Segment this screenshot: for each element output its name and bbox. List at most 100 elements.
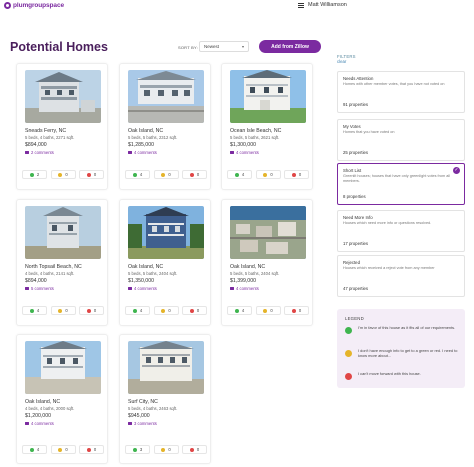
filter-my-votes[interactable]: My Votes Homes that you have voted on 25…: [337, 119, 465, 161]
vote-maybe-count: 0: [270, 308, 273, 313]
listing-card[interactable]: Oak Island, NC 5 beds, 5 baths, 2404 sqf…: [221, 199, 313, 326]
filter-title: Short List: [343, 168, 362, 173]
filter-rejected[interactable]: Rejected Houses which received a reject …: [337, 255, 465, 297]
vote-yes-button[interactable]: 4: [22, 445, 47, 454]
vote-no-button[interactable]: 0: [182, 445, 207, 454]
comments-link[interactable]: 3 comments: [128, 421, 157, 426]
vote-bar: 4 0 0: [125, 170, 207, 179]
vote-yes-button[interactable]: 4: [227, 170, 252, 179]
listing-card[interactable]: North Topsail Beach, NC 4 beds, 4 baths,…: [16, 199, 108, 326]
vote-yes-button[interactable]: 4: [227, 306, 252, 315]
listing-photo[interactable]: [25, 70, 101, 123]
house-photo-image: [230, 206, 306, 259]
vote-yes-button[interactable]: 4: [22, 306, 47, 315]
listing-photo[interactable]: [25, 341, 101, 394]
vote-yes-count: 4: [36, 447, 40, 452]
sort-select[interactable]: Newest ▾: [199, 41, 249, 52]
comments-link[interactable]: 4 comments: [128, 286, 157, 291]
filter-title: Needs Attention: [343, 76, 374, 81]
comments-link[interactable]: 4 comments: [230, 150, 259, 155]
vote-yes-button[interactable]: 4: [125, 170, 150, 179]
vote-maybe-button[interactable]: 0: [50, 306, 76, 315]
vote-maybe-button[interactable]: 0: [50, 170, 76, 179]
yellow-dot-icon: [161, 308, 166, 313]
listing-details: 5 beds, 5 baths, 2404 sqft.: [230, 271, 280, 276]
vote-bar: 2 0 0: [22, 170, 104, 179]
listing-details: 4 beds, 4 baths, 2141 sqft.: [25, 271, 75, 276]
yellow-dot-icon: [58, 308, 63, 313]
clear-filters-link[interactable]: clear: [337, 59, 346, 64]
vote-yes-button[interactable]: 2: [22, 170, 47, 179]
app-logo[interactable]: plumgroupspace: [4, 2, 64, 9]
vote-yes-button[interactable]: 3: [125, 445, 150, 454]
listing-card[interactable]: Surf City, NC 5 beds, 4 baths, 2463 sqft…: [119, 334, 211, 464]
vote-no-button[interactable]: 0: [284, 306, 309, 315]
user-menu[interactable]: Matt Williamson: [298, 2, 347, 8]
red-dot-icon: [86, 308, 91, 313]
vote-maybe-count: 0: [270, 172, 273, 177]
comments-link[interactable]: 2 comments: [25, 150, 54, 155]
vote-bar: 4 0 0: [22, 445, 104, 454]
listing-card[interactable]: Oak Island, NC 5 beds, 5 baths, 2404 sqf…: [119, 199, 211, 326]
filter-short-list[interactable]: Short List ✓ Greenlit houses; houses tha…: [337, 163, 465, 205]
listing-photo[interactable]: [25, 206, 101, 259]
listing-photo[interactable]: [128, 341, 204, 394]
comments-link[interactable]: 4 comments: [230, 286, 259, 291]
filter-title: Need More Info: [343, 215, 373, 220]
listing-price: $894,000: [25, 142, 47, 148]
listing-photo[interactable]: [128, 206, 204, 259]
filter-count: 47 properties: [343, 286, 369, 291]
vote-bar: 3 0 0: [125, 445, 207, 454]
sort-value: Newest: [204, 44, 220, 49]
listing-photo[interactable]: [230, 206, 306, 259]
green-dot-icon: [29, 447, 34, 452]
top-bar: plumgroupspace Matt Williamson: [0, 0, 474, 16]
add-from-zillow-button[interactable]: Add from Zillow: [259, 40, 321, 53]
vote-no-button[interactable]: 0: [182, 306, 207, 315]
vote-no-button[interactable]: 0: [79, 306, 104, 315]
vote-no-button[interactable]: 0: [182, 170, 207, 179]
comments-link[interactable]: 4 comments: [25, 421, 54, 426]
house-photo-image: [128, 70, 204, 123]
listing-details: 4 beds, 4 baths, 2000 sqft.: [25, 406, 75, 411]
comments-link[interactable]: 5 comments: [25, 286, 54, 291]
house-photo-image: [128, 341, 204, 394]
vote-no-button[interactable]: 0: [79, 445, 104, 454]
comments-link[interactable]: 4 comments: [128, 150, 157, 155]
listing-location: Oak Island, NC: [25, 399, 61, 405]
vote-yes-count: 4: [139, 308, 143, 313]
vote-maybe-button[interactable]: 0: [153, 445, 179, 454]
vote-no-button[interactable]: 0: [79, 170, 104, 179]
yellow-dot-icon: [161, 172, 166, 177]
vote-maybe-button[interactable]: 0: [153, 306, 179, 315]
vote-no-count: 0: [196, 308, 200, 313]
vote-maybe-button[interactable]: 0: [255, 306, 281, 315]
filter-need-more-info[interactable]: Need More Info Houses which need more in…: [337, 210, 465, 252]
filter-needs-attention[interactable]: Needs Attention Homes with other member …: [337, 71, 465, 113]
vote-yes-count: 2: [36, 172, 40, 177]
listing-location: Surf City, NC: [128, 399, 158, 405]
menu-icon[interactable]: [298, 2, 304, 8]
listing-card[interactable]: Sneads Ferry, NC 5 beds, 4 baths, 2271 s…: [16, 63, 108, 190]
yellow-dot-icon: [58, 172, 63, 177]
house-photo-image: [230, 70, 306, 123]
listing-card[interactable]: Ocean Isle Beach, NC 5 beds, 5 baths, 26…: [221, 63, 313, 190]
listing-photo[interactable]: [230, 70, 306, 123]
listing-card[interactable]: Oak Island, NC 4 beds, 4 baths, 2000 sqf…: [16, 334, 108, 464]
vote-yes-button[interactable]: 4: [125, 306, 150, 315]
vote-no-button[interactable]: 0: [284, 170, 309, 179]
listing-card[interactable]: Oak Island, NC 5 beds, 5 baths, 2312 sqf…: [119, 63, 211, 190]
comments-count: 4 comments: [134, 150, 157, 155]
page-title: Potential Homes: [10, 40, 108, 54]
vote-maybe-button[interactable]: 0: [50, 445, 76, 454]
vote-maybe-count: 0: [168, 172, 171, 177]
yellow-dot-icon: [263, 308, 268, 313]
listing-details: 5 beds, 5 baths, 2312 sqft.: [128, 135, 178, 140]
vote-maybe-button[interactable]: 0: [255, 170, 281, 179]
green-dot-icon: [132, 172, 137, 177]
legend-text: I don't have enough info to get to a gre…: [358, 348, 458, 358]
listing-photo[interactable]: [128, 70, 204, 123]
listing-price: $945,000: [128, 413, 150, 419]
vote-maybe-button[interactable]: 0: [153, 170, 179, 179]
red-dot-icon: [189, 447, 194, 452]
